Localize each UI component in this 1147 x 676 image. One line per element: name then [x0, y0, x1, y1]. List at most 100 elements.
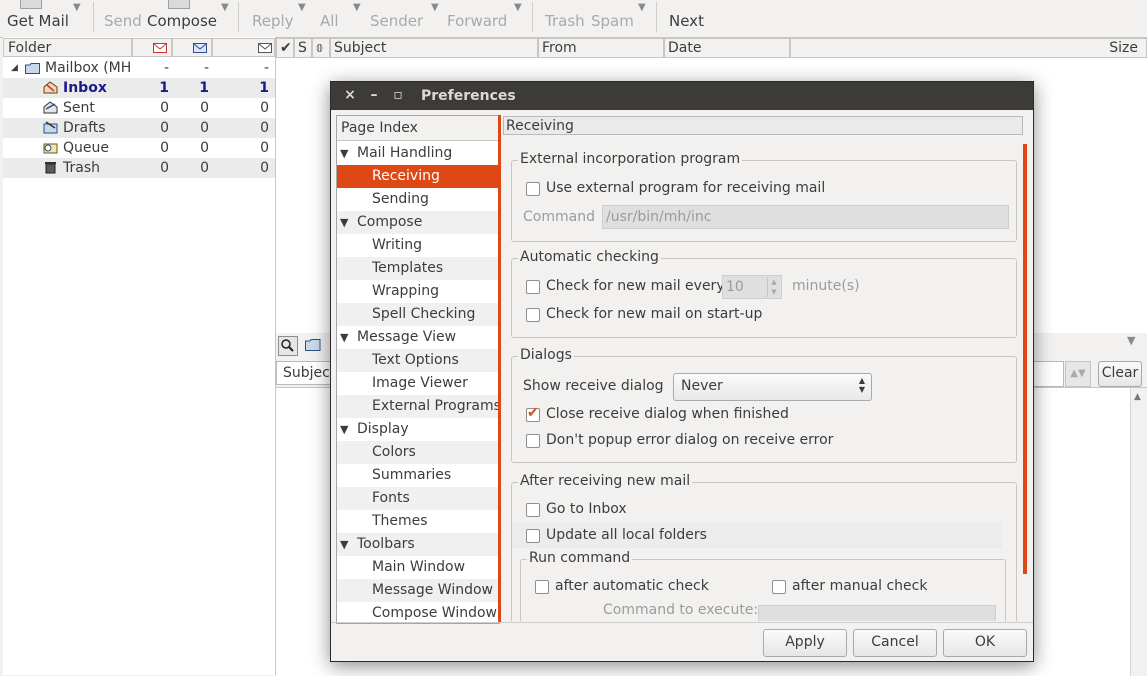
search-options-button[interactable]: ▲▼ — [1065, 361, 1091, 387]
get-mail-dropdown-icon[interactable]: ▼ — [73, 2, 81, 13]
page-index-item[interactable]: Templates — [337, 257, 499, 280]
unread-column-header[interactable] — [172, 38, 212, 57]
folder-row-drafts[interactable]: Drafts 0 0 0 — [3, 118, 275, 138]
forward-dropdown-icon[interactable]: ▼ — [514, 2, 522, 13]
close-icon[interactable]: × — [343, 87, 357, 103]
page-index-item[interactable]: ▼ Toolbars — [337, 533, 499, 556]
total-column-header[interactable] — [212, 38, 275, 57]
reply-all-button[interactable]: All — [320, 12, 339, 30]
reply-all-dropdown-icon[interactable]: ▼ — [353, 2, 361, 13]
after-auto-checkbox[interactable] — [535, 580, 549, 594]
sender-dropdown-icon[interactable]: ▼ — [431, 2, 439, 13]
command-to-execute-label: Command to execute: — [603, 602, 759, 618]
from-column-header[interactable]: From — [538, 38, 664, 58]
message-view-scrollbar[interactable]: ▲ — [1130, 388, 1147, 676]
mark-column-header[interactable]: ✔ — [276, 38, 294, 58]
maximize-icon[interactable]: ▫ — [391, 87, 405, 103]
folder-row-trash[interactable]: Trash 0 0 0 — [3, 158, 275, 178]
page-index-item[interactable]: ▼ Message View — [337, 326, 499, 349]
folder-row-sent[interactable]: Sent 0 0 0 — [3, 98, 275, 118]
folder-row-mailbox[interactable]: ◢ Mailbox (MH - - - — [3, 58, 275, 78]
page-index-item[interactable]: ▼ Compose — [337, 211, 499, 234]
new-column-header[interactable] — [132, 38, 172, 57]
page-index-item[interactable]: Image Viewer — [337, 372, 499, 395]
page-index-item[interactable]: Receiving — [337, 165, 499, 188]
reply-dropdown-icon[interactable]: ▼ — [298, 2, 306, 13]
after-manual-checkbox[interactable] — [772, 580, 786, 594]
spam-button[interactable]: Spam — [591, 12, 634, 30]
folder-icon[interactable] — [305, 338, 321, 352]
search-type-select[interactable]: Subject — [276, 361, 336, 385]
folder-row-inbox[interactable]: Inbox 1 1 1 — [3, 78, 275, 98]
check-every-checkbox[interactable] — [526, 280, 540, 294]
no-popup-error-checkbox[interactable] — [526, 434, 540, 448]
reply-sender-button[interactable]: Sender — [370, 12, 423, 30]
chevron-down-icon[interactable]: ▼ — [1127, 334, 1135, 347]
spinner-arrows-icon[interactable]: ▲ ▼ — [767, 277, 780, 297]
page-index-item[interactable]: Summaries — [337, 464, 499, 487]
command-to-execute-field[interactable] — [758, 605, 996, 621]
content-scrollbar[interactable] — [1023, 144, 1027, 574]
expander-icon[interactable]: ◢ — [11, 58, 18, 78]
expander-icon[interactable]: ▼ — [340, 142, 348, 165]
forward-button[interactable]: Forward — [447, 12, 507, 30]
trash-button[interactable]: Trash — [545, 12, 585, 30]
folder-total-count: 0 — [260, 120, 269, 136]
page-index-item[interactable]: Colors — [337, 441, 499, 464]
inbox-icon — [43, 81, 58, 94]
ok-button[interactable]: OK — [943, 629, 1027, 657]
cancel-button[interactable]: Cancel — [853, 629, 937, 657]
page-index-scrollbar[interactable] — [498, 115, 501, 622]
page-index-item[interactable]: ▼ Mail Handling — [337, 142, 499, 165]
clear-button[interactable]: Clear — [1098, 361, 1142, 387]
page-index-item[interactable]: Writing — [337, 234, 499, 257]
minimize-icon[interactable]: – — [367, 87, 381, 103]
compose-dropdown-icon[interactable]: ▼ — [221, 2, 229, 13]
page-index-item[interactable]: Wrapping — [337, 280, 499, 303]
check-startup-checkbox[interactable] — [526, 308, 540, 322]
next-button[interactable]: Next — [669, 12, 704, 30]
attachment-column-header[interactable]: 𝟘 — [312, 38, 330, 58]
page-index-label: Sending — [372, 191, 429, 207]
compose-button[interactable]: Compose — [147, 12, 217, 30]
page-index-item[interactable]: ▼ Display — [337, 418, 499, 441]
go-inbox-checkbox[interactable] — [526, 503, 540, 517]
scroll-up-icon[interactable]: ▲ — [1134, 392, 1141, 402]
size-column-header[interactable]: Size — [790, 38, 1147, 58]
page-index-item[interactable]: Spell Checking — [337, 303, 499, 326]
folder-unread-count: 0 — [200, 140, 209, 156]
expander-icon[interactable]: ▼ — [340, 211, 348, 234]
expander-icon[interactable]: ▼ — [340, 326, 348, 349]
page-index-item[interactable]: Compose Window — [337, 602, 499, 623]
search-icon[interactable] — [278, 336, 298, 356]
page-index-item[interactable]: External Programs — [337, 395, 499, 418]
show-dialog-select[interactable]: Never ▲ ▼ — [673, 373, 872, 401]
page-index-item[interactable]: Text Options — [337, 349, 499, 372]
page-index-item[interactable]: Sending — [337, 188, 499, 211]
date-column-header[interactable]: Date — [664, 38, 790, 58]
spam-dropdown-icon[interactable]: ▼ — [638, 2, 646, 13]
folder-row-queue[interactable]: Queue 0 0 0 — [3, 138, 275, 158]
page-index-item[interactable]: Message Window — [337, 579, 499, 602]
dialog-titlebar[interactable]: × – ▫ Preferences — [331, 82, 1033, 110]
send-button[interactable]: Send — [104, 12, 142, 30]
folder-column-header[interactable]: Folder — [3, 38, 132, 57]
update-folders-checkbox[interactable] — [526, 529, 540, 543]
page-index-item[interactable]: Themes — [337, 510, 499, 533]
command-field[interactable]: /usr/bin/mh/inc — [602, 205, 1009, 229]
page-index-item[interactable]: Fonts — [337, 487, 499, 510]
page-index-item[interactable]: Main Window — [337, 556, 499, 579]
get-mail-button[interactable]: Get Mail — [7, 12, 69, 30]
subject-column-header[interactable]: Subject — [330, 38, 538, 58]
use-external-checkbox[interactable] — [526, 182, 540, 196]
status-column-header[interactable]: S — [294, 38, 312, 58]
interval-spinner[interactable]: 10 ▲ ▼ — [722, 275, 782, 299]
command-label: Command — [523, 209, 595, 225]
apply-button[interactable]: Apply — [763, 629, 847, 657]
close-when-finished-checkbox[interactable] — [526, 405, 540, 422]
reply-button[interactable]: Reply — [252, 12, 294, 30]
search-input[interactable] — [1032, 361, 1064, 387]
expander-icon[interactable]: ▼ — [340, 533, 348, 556]
expander-icon[interactable]: ▼ — [340, 418, 348, 441]
main-toolbar: Get Mail ▼ Send Compose ▼ Reply ▼ All ▼ … — [0, 0, 1147, 38]
